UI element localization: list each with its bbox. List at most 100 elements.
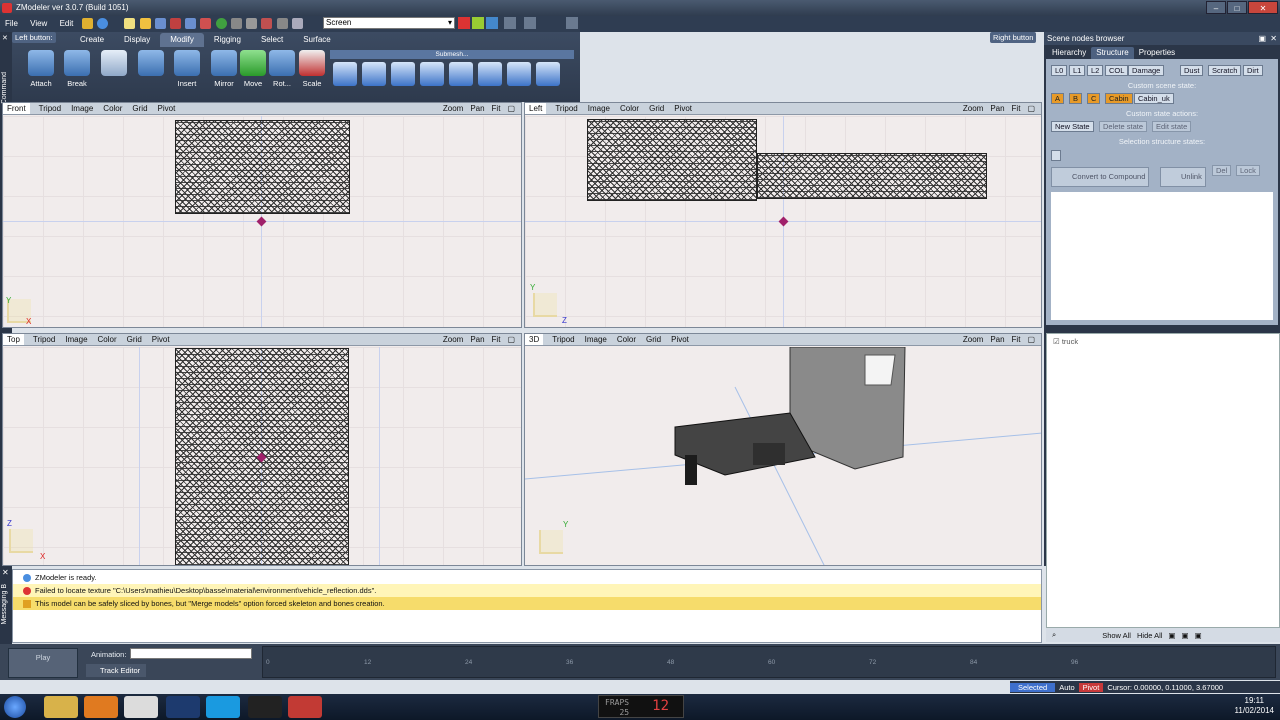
viewport-left[interactable]: Left Tripod Image Color Grid Pivot Zoom … — [524, 102, 1042, 328]
new-file-icon[interactable] — [124, 18, 136, 29]
state-chip-dust[interactable]: Dust — [1180, 65, 1204, 76]
hide-icon[interactable] — [276, 18, 288, 29]
lock-axis-icon[interactable] — [504, 17, 516, 29]
menu-edit[interactable]: Edit — [55, 16, 79, 32]
viewport-menu-grid[interactable]: Grid — [644, 103, 669, 114]
viewport-maximize-icon[interactable]: ▢ — [505, 334, 517, 345]
zmodeler-taskbar-icon[interactable] — [288, 696, 322, 718]
save-icon[interactable] — [81, 18, 93, 29]
tab-structure[interactable]: Structure — [1091, 47, 1134, 59]
viewport-menu-color[interactable]: Color — [612, 334, 641, 345]
viewport-maximize-icon[interactable]: ▢ — [1025, 103, 1037, 114]
viewport-zoom[interactable]: Zoom — [961, 103, 985, 114]
attach-tool-button[interactable]: Attach — [25, 50, 57, 88]
viewport-name[interactable]: Top — [3, 334, 24, 345]
state-chip-l2[interactable]: L2 — [1087, 65, 1104, 76]
viewport-fit[interactable]: Fit — [490, 103, 503, 114]
viewport-menu-grid[interactable]: Grid — [641, 334, 666, 345]
tab-create[interactable]: Create — [70, 33, 114, 47]
tab-select[interactable]: Select — [251, 33, 293, 47]
viewport-fit[interactable]: Fit — [490, 334, 503, 345]
selection-state-toggle[interactable] — [1051, 150, 1061, 161]
state-chip-l1[interactable]: L1 — [1069, 65, 1086, 76]
viewport-menu-pivot[interactable]: Pivot — [669, 103, 697, 114]
state-chip-col[interactable]: COL — [1105, 65, 1129, 76]
filter-icon[interactable]: ▣ — [1168, 631, 1175, 640]
lock-button[interactable]: Lock — [1236, 165, 1260, 176]
system-clock[interactable]: 19:11 11/02/2014 — [1235, 696, 1274, 716]
undo-icon[interactable] — [200, 18, 212, 29]
open-folder-icon[interactable] — [139, 18, 151, 29]
redo-icon[interactable] — [215, 18, 227, 29]
viewport-menu-tripod[interactable]: Tripod — [550, 103, 582, 114]
axis-x-toggle-icon[interactable] — [458, 17, 470, 29]
panel-pin-icon[interactable]: ▣ — [1258, 32, 1266, 45]
selected-mode-button[interactable]: Selected — [1010, 682, 1056, 692]
delete-state-button[interactable]: Delete state — [1099, 121, 1148, 132]
tab-hierarchy[interactable]: Hierarchy — [1047, 47, 1091, 59]
import-icon[interactable] — [170, 18, 181, 29]
viewport-menu-pivot[interactable]: Pivot — [666, 334, 694, 345]
viewport-pan[interactable]: Pan — [988, 103, 1006, 114]
viewport-menu-pivot[interactable]: Pivot — [153, 103, 181, 114]
tab-properties[interactable]: Properties — [1134, 47, 1180, 59]
submesh-cube-icon[interactable] — [333, 62, 357, 86]
viewport-menu-tripod[interactable]: Tripod — [28, 334, 60, 345]
scene-nodes-tree[interactable]: ☑ truck — [1046, 333, 1280, 628]
unhide-icon[interactable] — [291, 18, 303, 29]
panel-close-icon[interactable]: ✕ — [1270, 32, 1277, 45]
submesh-weld-icon[interactable] — [449, 62, 473, 86]
tab-display[interactable]: Display — [114, 33, 160, 47]
skype-icon[interactable] — [206, 696, 240, 718]
scale-tool-button[interactable]: Scale — [296, 50, 328, 88]
viewport-name[interactable]: Left — [525, 103, 547, 114]
viewport-menu-color[interactable]: Color — [98, 103, 127, 114]
coordinate-space-select[interactable]: Screen ▾ — [323, 17, 455, 29]
track-editor-button[interactable]: Track Editor — [86, 664, 146, 677]
maximize-button[interactable]: □ — [1227, 1, 1247, 14]
convert-to-compound-button[interactable]: Convert to Compound — [1051, 167, 1150, 187]
viewport-menu-image[interactable]: Image — [580, 334, 612, 345]
break-tool-button[interactable]: Break — [61, 50, 93, 88]
snap-icon[interactable] — [524, 17, 536, 29]
submesh-split-icon[interactable] — [391, 62, 415, 86]
copy-icon[interactable] — [230, 18, 242, 29]
insert-tool-button[interactable]: Insert — [171, 50, 203, 88]
move-tool-button[interactable]: Move — [237, 50, 269, 88]
show-all-button[interactable]: Show All — [1102, 631, 1131, 640]
expand-icon[interactable]: ▣ — [1182, 631, 1189, 640]
timeline-track[interactable]: 0 12 24 36 48 60 72 84 96 — [262, 646, 1276, 678]
submesh-pen-icon[interactable] — [362, 62, 386, 86]
delete-icon[interactable] — [261, 18, 273, 29]
strip-close-icon[interactable]: ✕ — [2, 34, 8, 42]
viewport-zoom[interactable]: Zoom — [961, 334, 985, 345]
viewport-name[interactable]: 3D — [525, 334, 544, 345]
axis-z-toggle-icon[interactable] — [486, 17, 498, 29]
state-chip-damage[interactable]: Damage — [1128, 65, 1165, 76]
grid-snap-icon[interactable] — [566, 17, 578, 29]
save-disk-icon[interactable] — [154, 18, 166, 29]
checkbox-icon[interactable]: ☑ — [1053, 337, 1060, 346]
viewport-fit[interactable]: Fit — [1010, 334, 1023, 345]
submesh-grid-icon[interactable] — [536, 62, 560, 86]
tab-modify[interactable]: Modify — [160, 33, 204, 47]
viewport-menu-tripod[interactable]: Tripod — [34, 103, 66, 114]
submesh-cut-icon[interactable] — [420, 62, 444, 86]
auto-mode-button[interactable]: Auto — [1059, 683, 1074, 692]
viewport-pan[interactable]: Pan — [988, 334, 1006, 345]
viewport-maximize-icon[interactable]: ▢ — [1025, 334, 1037, 345]
photoshop-icon[interactable] — [166, 696, 200, 718]
viewport-name[interactable]: Front — [3, 103, 30, 114]
viewport-zoom[interactable]: Zoom — [441, 103, 465, 114]
viewport-menu-image[interactable]: Image — [66, 103, 98, 114]
state-chip-cabin-uk[interactable]: Cabin_uk — [1134, 93, 1174, 104]
paste-icon[interactable] — [246, 18, 258, 29]
viewport-zoom[interactable]: Zoom — [441, 334, 465, 345]
viewport-maximize-icon[interactable]: ▢ — [505, 103, 517, 114]
axis-y-toggle-icon[interactable] — [472, 17, 484, 29]
state-chip-l0[interactable]: L0 — [1051, 65, 1068, 76]
close-button[interactable]: ✕ — [1248, 1, 1278, 14]
viewport-pan[interactable]: Pan — [468, 103, 486, 114]
mirror-tool-button[interactable]: Mirror — [208, 50, 240, 88]
bend-tool-button[interactable] — [135, 50, 167, 79]
